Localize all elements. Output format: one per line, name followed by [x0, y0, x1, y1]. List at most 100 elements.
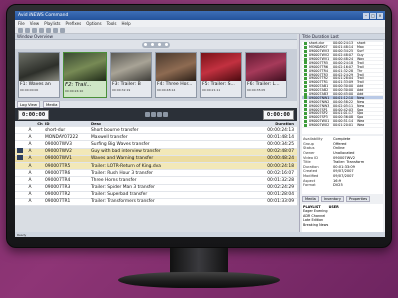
- status-icon: [304, 96, 307, 100]
- status-bar: Ready: [15, 232, 385, 237]
- col-header-desc[interactable]: Desc: [91, 121, 239, 126]
- row-type: A: [28, 177, 32, 183]
- table-row[interactable]: A 090007TR4 Three Horns transfer 00:01:32:2…: [15, 177, 297, 185]
- property-value: 09/07/2007: [333, 169, 354, 174]
- tab-log-view[interactable]: Log View: [17, 101, 40, 108]
- table-row[interactable]: A 090007WV2 Guy with bad interview transfe…: [15, 148, 297, 156]
- menu-playlists[interactable]: Playlists: [44, 21, 60, 26]
- clip-label: F5: Trailer: S...: [202, 82, 235, 87]
- row-id: 090007TR1: [45, 199, 71, 205]
- new-icon[interactable]: [18, 27, 23, 33]
- row-duration: 00:02:16:07: [267, 170, 294, 176]
- table-row[interactable]: A MONDAY07222 Maxwell transfer 00:01:48:14: [15, 134, 297, 142]
- status-icon: [304, 65, 307, 69]
- log-row[interactable]: Breaking News: [303, 223, 382, 227]
- row-duration: 00:00:34:25: [267, 141, 294, 147]
- paste-icon[interactable]: [53, 27, 58, 33]
- transport-controls[interactable]: [142, 41, 170, 48]
- row-id: MONDAY07222: [45, 134, 79, 140]
- app-title: Avid iNEWS Command: [18, 13, 69, 18]
- clip-thumbnail[interactable]: F1: Waves an 00:00:00:00: [18, 52, 60, 98]
- maximize-icon[interactable]: □: [370, 12, 376, 19]
- next-icon[interactable]: [162, 112, 168, 117]
- clip-thumbnail[interactable]: F6: Trailer: L... 00:00:35:05: [245, 52, 287, 98]
- table-row[interactable]: A 090007TR5 Trailer: LOTR-Return of King.d…: [15, 162, 297, 171]
- row-desc: Waves and Warning transfer: [91, 156, 154, 162]
- property-key: Created: [303, 169, 318, 174]
- clip-preview-image: [64, 53, 106, 81]
- row-desc: Three Horns transfer: [91, 177, 137, 183]
- tab-media[interactable]: Media: [43, 101, 61, 108]
- row-id: 090007WV2: [45, 149, 72, 155]
- cut-icon[interactable]: [39, 27, 44, 33]
- property-key: Title: [303, 160, 311, 165]
- rewind-icon[interactable]: [144, 43, 147, 46]
- right-pane: Title Duration Last short-dur 00:00:24:13…: [299, 34, 385, 237]
- copy-icon[interactable]: [46, 27, 51, 33]
- property-key: Group: [303, 141, 314, 146]
- status-icon: [304, 73, 307, 77]
- right-col-last[interactable]: Last: [331, 34, 339, 39]
- clip-timecode: 00:00:35:05: [247, 88, 266, 92]
- property-key: Format: [303, 183, 316, 188]
- col-header-ch[interactable]: Ch: [35, 121, 45, 126]
- tab-right-properties[interactable]: Properties: [345, 196, 371, 202]
- property-value: Offered: [333, 141, 347, 146]
- row-duration: 00:02:24:29: [267, 185, 294, 191]
- right-col-duration[interactable]: Duration: [312, 34, 329, 39]
- row-type: A: [28, 185, 32, 191]
- pause-icon[interactable]: [156, 112, 162, 117]
- table-row[interactable]: A 090007TR2 Trailer: Superbad transfer 00:0…: [15, 192, 297, 199]
- thumbnail-strip: F1: Waves an 00:00:00:00 F2: Trail... 00:00…: [15, 49, 297, 101]
- status-icon: [304, 108, 307, 112]
- col-header-id[interactable]: ID: [45, 121, 91, 126]
- property-value: 090007WV2: [333, 155, 356, 160]
- play-icon[interactable]: [151, 43, 154, 46]
- row-id: 090007TR2: [45, 192, 71, 198]
- stop-icon[interactable]: [158, 43, 161, 46]
- menu-file[interactable]: File: [18, 21, 25, 26]
- tab-right-inventory[interactable]: Inventory: [320, 196, 344, 202]
- menu-prefixes[interactable]: Prefixes: [66, 21, 82, 26]
- refresh-icon[interactable]: [60, 27, 65, 33]
- tab-right-media[interactable]: Media: [302, 196, 319, 202]
- table-row[interactable]: Ashort-dur Short bourne transfer 00:00:24:…: [15, 127, 297, 135]
- menu-options[interactable]: Options: [86, 21, 101, 26]
- menu-tools[interactable]: Tools: [107, 21, 117, 26]
- clip-thumbnail[interactable]: F5: Trailer: S... 00:00:21:11: [200, 52, 242, 98]
- play-icon[interactable]: [150, 112, 156, 117]
- status-icon: [304, 92, 307, 96]
- forward-icon[interactable]: [165, 43, 168, 46]
- close-icon[interactable]: ×: [377, 12, 383, 19]
- menu-help[interactable]: Help: [121, 21, 130, 26]
- properties-panel: Availability Complete Group Offered Status On…: [302, 136, 383, 194]
- minimize-icon[interactable]: –: [363, 12, 369, 19]
- row-type: A: [28, 170, 32, 176]
- table-row[interactable]: A 090007TR6 Trailer: Rush Hour 3 transfer 0…: [15, 170, 297, 178]
- clip-thumbnail[interactable]: F3: Trailer: B 00:00:32:19: [110, 52, 152, 98]
- clip-preview-image: [19, 53, 59, 81]
- row-duration: 00:01:32:28: [267, 177, 294, 183]
- property-value: 16:9: [333, 178, 342, 183]
- menu-view[interactable]: View: [30, 21, 40, 26]
- timecode-bar: 0:00:00 0:00:00: [15, 108, 297, 121]
- table-row[interactable]: A 090007WV1 Waves and Warning transfer 00:0…: [15, 155, 297, 163]
- open-icon[interactable]: [25, 27, 30, 33]
- status-icon: [304, 80, 307, 84]
- status-icon: [304, 49, 307, 53]
- table-row[interactable]: A 090007TR3 Trailer: Spider Man 3 transfer…: [15, 185, 297, 192]
- table-row[interactable]: A 090007TR1 Trailer: Transformers transfer…: [15, 199, 297, 207]
- col-header-duration[interactable]: Duration: [239, 121, 297, 126]
- row-type: A: [28, 134, 32, 140]
- status-icon: [304, 111, 307, 115]
- property-value: 09/07/2007: [333, 174, 354, 179]
- clip-thumbnail[interactable]: F4: Three Hor... 00:00:48:14: [155, 52, 197, 98]
- right-col-title[interactable]: Title: [302, 34, 311, 39]
- table-row[interactable]: A 090007WV3 Surfing Big Waves transfer 00:0…: [15, 141, 297, 149]
- save-icon[interactable]: [32, 27, 37, 33]
- clip-thumbnail[interactable]: F2: Trail... 00:00:24:10: [63, 52, 107, 98]
- list-item[interactable]: 090007WX2 00:01:20:01 Wea: [302, 123, 383, 128]
- property-value: DV25: [333, 183, 343, 188]
- prev-icon[interactable]: [144, 112, 150, 117]
- row-id: 090007WV1: [45, 156, 72, 162]
